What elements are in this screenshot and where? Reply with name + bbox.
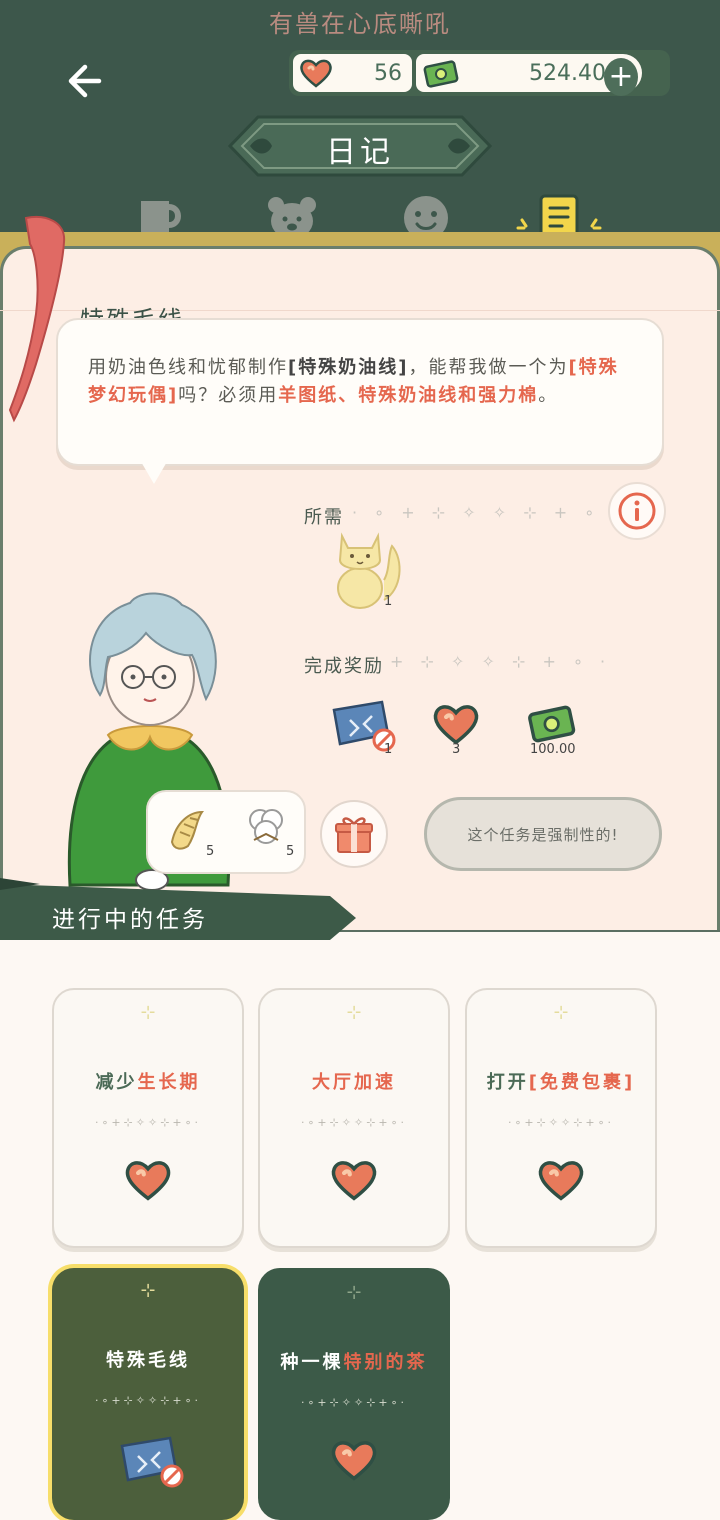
gift-button[interactable] xyxy=(320,800,388,868)
description-segment: ，能帮我做一个为 xyxy=(408,357,569,378)
arrow-left-icon xyxy=(68,64,102,98)
reward-count-money: 100.00 xyxy=(530,742,576,757)
needed-label: 所需 xyxy=(304,507,344,528)
heart-icon xyxy=(300,59,332,88)
task-title: 打开[免费包裹] xyxy=(486,1072,636,1093)
card-sparkle: ⊹ xyxy=(140,1280,156,1301)
task-title: 种一棵特别的茶 xyxy=(280,1352,428,1373)
reward-divider: + ⊹ ✧ ✧ ⊹ + ∘ · xyxy=(390,652,612,671)
needed-count: 1 xyxy=(384,594,393,609)
card-divider: ·∘+⊹✧✧⊹+∘· xyxy=(94,1116,202,1129)
task-card-3[interactable]: ⊹ 打开[免费包裹] ·∘+⊹✧✧⊹+∘· xyxy=(465,988,657,1248)
heart-icon xyxy=(331,1161,377,1201)
quest-description: 用奶油色线和忧郁制作[特殊奶油线]，能帮我做一个为[特殊梦幻玩偶]吗？必须用羊图… xyxy=(88,354,638,410)
description-segment: 用奶油色线和忧郁制作 xyxy=(88,357,288,378)
reward-count-heart: 3 xyxy=(452,742,461,757)
card-divider: ·∘+⊹✧✧⊹+∘· xyxy=(300,1116,408,1129)
task-card-1[interactable]: ⊹ 减少生长期 ·∘+⊹✧✧⊹+∘· xyxy=(52,988,244,1248)
gift-count-cotton: 5 xyxy=(286,844,295,859)
reward-label: 完成奖励 xyxy=(304,656,384,677)
reward-item-money[interactable]: 100.00 xyxy=(526,702,586,762)
gift-count-croissant: 5 xyxy=(206,844,215,859)
gift-icon xyxy=(335,817,373,853)
card-sparkle: ⊹ xyxy=(346,1002,362,1023)
plush-cat-icon xyxy=(337,532,401,609)
heart-icon xyxy=(125,1161,171,1201)
croissant-icon xyxy=(170,810,204,850)
tasks-banner: 进行中的任务 xyxy=(0,878,360,940)
hearts-counter: 56 xyxy=(293,54,412,92)
description-segment: 吗？必须用 xyxy=(178,385,279,406)
mandatory-task-button[interactable]: 这个任务是强制性的! xyxy=(424,797,662,871)
task-card-5[interactable]: ⊹ 种一棵特别的茶 ·∘+⊹✧✧⊹+∘· xyxy=(258,1268,450,1520)
reward-item-heart[interactable]: 3 xyxy=(432,702,488,758)
heart-icon xyxy=(538,1161,584,1201)
add-currency-button[interactable]: + xyxy=(604,58,638,96)
reward-item-ticket[interactable]: 1 xyxy=(330,700,400,760)
task-title: 特殊毛线 xyxy=(106,1350,190,1371)
page-title-plaque: 日记 xyxy=(228,115,492,177)
scrolling-marquee: 有兽在心底嘶吼 xyxy=(269,10,451,38)
money-icon xyxy=(528,705,576,743)
money-counter: 524.40 + xyxy=(416,54,642,96)
ticket-icon xyxy=(120,1436,184,1488)
description-segment: [特殊奶油线] xyxy=(288,357,409,378)
gift-contents-bubble: 5 5 xyxy=(146,790,306,874)
heart-icon xyxy=(331,1441,377,1481)
cotton-icon xyxy=(249,809,283,844)
money-icon xyxy=(423,60,459,88)
task-card-4[interactable]: ⊹ 特殊毛线 ·∘+⊹✧✧⊹+∘· xyxy=(52,1268,244,1520)
info-icon xyxy=(618,492,656,530)
back-button[interactable] xyxy=(58,54,112,108)
page-title: 日记 xyxy=(326,135,394,170)
card-divider: ·∘+⊹✧✧⊹+∘· xyxy=(94,1394,202,1407)
bubble-tail xyxy=(140,460,168,484)
needed-divider: · ∘ + ⊹ ✧ ✧ ⊹ + ∘ · xyxy=(352,503,623,522)
card-sparkle: ⊹ xyxy=(140,1002,156,1023)
task-card-2[interactable]: ⊹ 大厅加速 ·∘+⊹✧✧⊹+∘· xyxy=(258,988,450,1248)
description-segment: 羊图纸、特殊奶油线和强力棉 xyxy=(278,385,539,406)
card-sparkle: ⊹ xyxy=(553,1002,569,1023)
needed-item[interactable]: 1 xyxy=(328,530,408,610)
card-divider: ·∘+⊹✧✧⊹+∘· xyxy=(300,1396,408,1409)
task-title: 减少生长期 xyxy=(95,1072,201,1093)
quest-dialog-bubble: 用奶油色线和忧郁制作[特殊奶油线]，能帮我做一个为[特殊梦幻玩偶]吗？必须用羊图… xyxy=(56,318,664,466)
heart-icon xyxy=(433,705,479,745)
card-sparkle: ⊹ xyxy=(346,1282,362,1303)
task-title: 大厅加速 xyxy=(312,1072,396,1093)
card-divider: ·∘+⊹✧✧⊹+∘· xyxy=(507,1116,615,1129)
hearts-value: 56 xyxy=(374,61,402,86)
info-button[interactable] xyxy=(608,482,666,540)
currency-bar: 56 524.40 + xyxy=(289,50,670,96)
money-value: 524.40 xyxy=(529,61,606,86)
reward-count-ticket: 1 xyxy=(384,742,393,757)
description-segment: 。 xyxy=(538,385,559,406)
tasks-banner-title: 进行中的任务 xyxy=(52,907,208,933)
